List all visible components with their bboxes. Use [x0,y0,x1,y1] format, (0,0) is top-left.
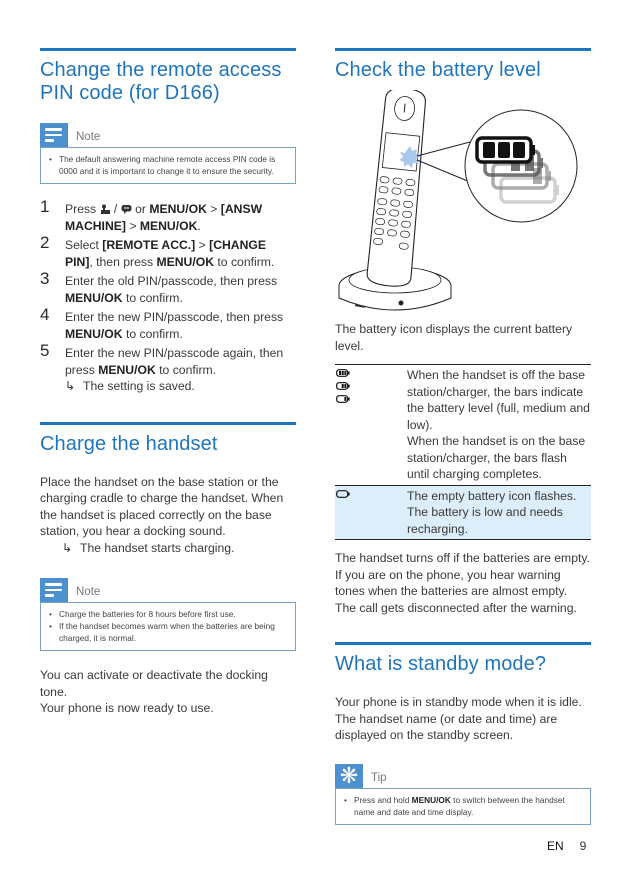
note-icon [40,123,68,147]
tip-box: ❋ Tip Press and hold MENU/OK to switch b… [335,763,591,825]
battery-medium-icon [336,382,350,390]
section-title-charge: Charge the handset [40,432,218,455]
result-arrow-icon: ↳ [65,379,76,393]
section-title-standby: What is standby mode? [335,653,547,675]
step-2: 2 Select [REMOTE ACC.] > [CHANGE PIN], t… [40,233,296,270]
title-line-2: PIN code (for D166) [40,82,220,104]
step-text: to confirm. [155,362,217,377]
battery-empty-icon [336,489,350,498]
key-menu-ok: MENU/OK [65,290,123,305]
step-number: 3 [40,269,50,288]
step-number: 2 [40,233,50,252]
key-menu-ok: MENU/OK [411,794,451,805]
step-text: > [195,238,210,252]
step-number: 5 [40,341,50,360]
page-footer: EN 9 [547,839,586,853]
section-title-battery: Check the battery level [335,59,541,81]
battery-description-off-base: When the handset is off the base station… [407,368,590,432]
step-result: ↳ The setting is saved. [65,378,296,395]
section-rule [40,421,296,425]
menu-remote-acc: [REMOTE ACC.] [102,238,196,252]
page-number: 9 [579,839,587,853]
answering-machine-icon [100,204,110,214]
step-text: , then press [89,254,157,269]
standby-paragraph: Your phone is in standby mode when it is… [335,695,582,742]
step-text: > [206,202,221,216]
key-menu-ok: MENU/OK [149,202,207,216]
note-label: Note [76,586,101,598]
battery-icons-cell [335,365,407,485]
battery-after-text: The handset turns off if the batteries a… [335,551,590,615]
message-icon [121,205,132,214]
step-5: 5 Enter the new PIN/passcode again, then… [40,341,296,395]
tip-text: Press and hold [354,794,412,805]
tip-label: Tip [371,771,387,784]
battery-table-row: When the handset is off the base station… [335,365,591,485]
step-text: Enter the new PIN/passcode, then press [65,310,284,324]
callout-pointer [416,141,471,183]
phone-base-battery-illustration [338,90,578,311]
steps-list: 1 Press / or MENU/OK > [ANSW MACHINE] > … [40,197,296,395]
battery-description-cell: When the handset is off the base station… [407,365,591,485]
step-1: 1 Press / or MENU/OK > [ANSW MACHINE] > … [40,197,296,234]
closing-line-2: Your phone is now ready to use. [40,701,214,715]
section-rule [40,48,296,51]
result-text: The setting is saved. [83,379,195,393]
battery-table: When the handset is off the base station… [335,364,591,540]
step-text: / [110,202,121,216]
battery-full-large-icon [475,136,535,164]
right-column: Check the battery level The battery icon… [335,48,591,825]
battery-intro: The battery icon displays the current ba… [335,322,573,353]
note-label: Note [76,131,101,143]
note-body: The default answering machine remote acc… [40,147,296,184]
result-text: The handset starts charging. [80,540,235,555]
section-rule [335,642,591,645]
callout-circle [464,109,578,223]
step-text: Press [65,202,100,216]
charge-paragraph: Place the handset on the base station or… [40,474,284,539]
step-text: or [131,202,150,216]
step-text: to confirm. [214,254,275,269]
note-box: Note The default answering machine remot… [40,123,296,184]
step-text: . [197,218,201,233]
note-icon [40,578,68,602]
step-number: 4 [40,305,50,324]
step-number: 1 [40,197,50,216]
step-text: to confirm. [122,326,183,341]
note-item: If the handset becomes warm when the bat… [49,620,287,644]
battery-description-empty: The empty battery icon flashes. The batt… [407,488,577,536]
result-arrow-icon: ↳ [62,540,73,555]
tip-item: Press and hold MENU/OK to switch between… [344,794,582,818]
key-menu-ok: MENU/OK [156,254,215,269]
step-4: 4 Enter the new PIN/passcode, then press… [40,305,296,342]
step-text: Select [65,238,103,252]
step-text: to confirm. [122,290,183,305]
note-item: Charge the batteries for 8 hours before … [49,608,287,620]
battery-table-row-highlight: The empty battery icon flashes. The batt… [335,484,591,540]
section-rule [335,48,591,51]
title-line-1: Change the remote access [40,59,282,81]
key-menu-ok: MENU/OK [139,218,198,233]
language-code: EN [547,839,564,853]
charge-result: ↳ The handset starts charging. [40,540,296,557]
key-menu-ok: MENU/OK [65,326,123,341]
closing-line-1: You can activate or deactivate the docki… [40,668,268,699]
closing-text: You can activate or deactivate the docki… [40,667,296,717]
battery-description-on-base: When the handset is on the base station/… [407,434,586,481]
step-text: Enter the old PIN/passcode, then press [65,274,278,288]
handset [366,90,426,287]
battery-full-icon [336,369,350,377]
note-box: Note Charge the batteries for 8 hours be… [40,578,296,651]
step-text: > [125,218,140,233]
tip-icon: ❋ [335,763,363,788]
note-item: The default answering machine remote acc… [49,153,287,177]
battery-icons-cell [335,486,407,540]
battery-low-icon [336,395,350,403]
step-3: 3 Enter the old PIN/passcode, then press… [40,269,296,306]
note-body: Charge the batteries for 8 hours before … [40,602,296,651]
key-menu-ok: MENU/OK [98,362,156,377]
section-title-remote-pin: Change the remote access PIN code (for D… [40,59,296,105]
left-column: Change the remote access PIN code (for D… [40,48,296,717]
tip-body: Press and hold MENU/OK to switch between… [335,787,591,825]
